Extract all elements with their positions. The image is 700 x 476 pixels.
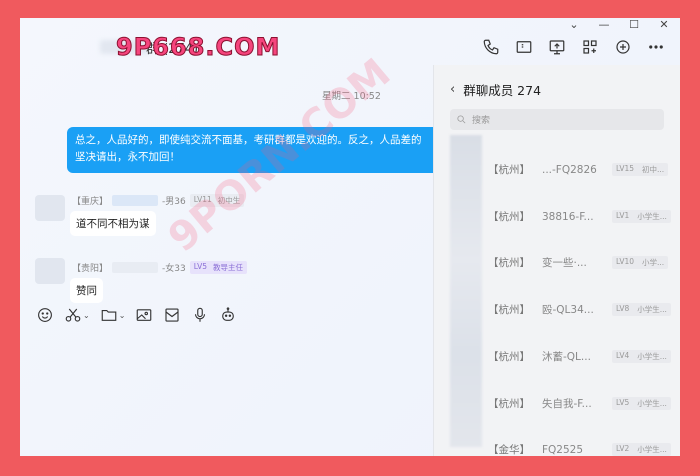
mic-icon[interactable] — [191, 306, 209, 324]
search-icon — [457, 115, 466, 124]
member-name: ...-FQ2826 — [542, 163, 597, 176]
member-search-input[interactable]: 搜索 — [450, 109, 664, 130]
member-name: FQ2525 — [542, 443, 584, 456]
member-location: 【杭州】 — [488, 304, 530, 316]
level-text: LV5 — [193, 262, 207, 271]
panel-header: ‹ 群聊成员 274 — [450, 80, 541, 99]
panel-title: 群聊成员 274 — [463, 83, 542, 98]
close-icon[interactable]: ✕ — [656, 18, 672, 31]
member-row[interactable]: 【杭州】 失自我-F... LV5 小学生... — [488, 396, 671, 411]
maximize-icon[interactable]: ☐ — [626, 18, 642, 31]
member-location: 【杭州】 — [488, 398, 530, 410]
member-location: 【杭州】 — [488, 164, 530, 176]
member-row[interactable]: 【杭州】 沐蓄-QL... LV4 小学生... — [488, 349, 671, 364]
search-placeholder: 搜索 — [472, 116, 491, 126]
image-icon[interactable] — [135, 306, 153, 324]
folder-icon[interactable]: ⌄ — [100, 306, 126, 324]
window-controls: ⌄ — ☐ ✕ — [566, 18, 672, 31]
member-panel: ‹ 群聊成员 274 搜索 【杭州】 ...-FQ2826 LV15 初中... … — [433, 65, 680, 456]
mail-icon[interactable] — [163, 306, 181, 324]
title-text: 初中生 — [217, 196, 241, 205]
member-name: 沐蓄-QL... — [542, 351, 591, 363]
sender-suffix: -男36 — [162, 197, 186, 207]
avatar[interactable] — [35, 258, 65, 284]
avatar[interactable] — [35, 195, 65, 221]
watermark-top: 9P668.COM — [115, 33, 281, 62]
member-level-badge: LV4 小学生... — [612, 350, 671, 363]
minimize-icon[interactable]: — — [596, 18, 612, 31]
member-row[interactable]: 【杭州】 ...-FQ2826 LV15 初中... — [488, 162, 669, 177]
sender-name-blur — [112, 262, 159, 273]
title-text: 教导主任 — [212, 263, 243, 272]
message-text-line: 坚决请出，永不加回！ — [75, 151, 180, 163]
message-bubble[interactable]: 道不同不相为谋 — [70, 211, 156, 236]
member-level-badge: LV1 小学生... — [612, 210, 671, 223]
video-icon[interactable] — [514, 37, 534, 57]
chevron-down-icon[interactable]: ⌄ — [83, 311, 90, 320]
member-location: 【杭州】 — [488, 351, 530, 363]
sender-meta: 【贵阳】 -女33 LV5 教导主任 — [72, 261, 247, 274]
member-level-badge: LV5 小学生... — [612, 397, 671, 410]
member-name: 变一些·... — [542, 257, 587, 269]
phone-icon[interactable] — [481, 37, 501, 57]
chevron-down-icon[interactable]: ⌄ — [119, 311, 126, 320]
member-avatars-blur — [450, 135, 482, 447]
apps-icon[interactable] — [580, 37, 600, 57]
dropdown-icon[interactable]: ⌄ — [566, 18, 582, 31]
member-location: 【金华】 — [488, 444, 530, 456]
sender-suffix: -女33 — [162, 264, 186, 274]
member-row[interactable]: 【杭州】 变一些·... LV10 小学... — [488, 255, 669, 270]
add-circle-icon[interactable] — [613, 37, 633, 57]
chat-toolbar — [481, 37, 666, 57]
message-bubble[interactable]: 赞同 — [70, 278, 103, 303]
level-badge: LV5 教导主任 — [189, 261, 247, 274]
message-timestamp: 星期二 10:52 — [322, 91, 381, 102]
back-arrow-icon[interactable]: ‹ — [450, 82, 455, 97]
sender-meta: 【重庆】 -男36 LV11 初中生 — [72, 194, 245, 207]
message-bubble-own[interactable]: 总之，人品好的，即使纯交流不面基，考研群都是欢迎的。反之，人品差的 坚决请出，永… — [67, 127, 447, 173]
robot-icon[interactable] — [219, 306, 237, 324]
member-level-badge: LV2 小学生... — [612, 443, 671, 456]
member-level-badge: LV10 小学... — [612, 256, 669, 269]
level-text: LV11 — [193, 195, 212, 204]
member-name: 38816-F... — [542, 210, 594, 223]
input-toolbar: ⌄ ⌄ — [36, 306, 237, 324]
member-row[interactable]: 【杭州】 殴-QL34... LV8 小学生... — [488, 302, 671, 317]
member-name: 失自我-F... — [542, 398, 592, 410]
chat-window: 群 (274) 9P668.COM ⌄ — ☐ ✕ 星期二 10:52 总之，人… — [20, 18, 680, 456]
sender-location: 【贵阳】 — [72, 264, 109, 274]
sender-name-blur — [112, 195, 159, 206]
sender-location: 【重庆】 — [72, 197, 109, 207]
screen-share-icon[interactable] — [547, 37, 567, 57]
emoji-icon[interactable] — [36, 306, 54, 324]
member-location: 【杭州】 — [488, 257, 530, 269]
message-text-line: 总之，人品好的，即使纯交流不面基，考研群都是欢迎的。反之，人品差的 — [75, 134, 422, 146]
member-row[interactable]: 【杭州】 38816-F... LV1 小学生... — [488, 209, 671, 224]
level-badge: LV11 初中生 — [189, 194, 245, 207]
more-icon[interactable] — [646, 37, 666, 57]
member-location: 【杭州】 — [488, 211, 530, 223]
scissors-icon[interactable]: ⌄ — [64, 306, 90, 324]
member-name: 殴-QL34... — [542, 304, 594, 316]
member-row[interactable]: 【金华】 FQ2525 LV2 小学生... — [488, 442, 671, 456]
member-level-badge: LV8 小学生... — [612, 303, 671, 316]
member-level-badge: LV15 初中... — [612, 163, 669, 176]
